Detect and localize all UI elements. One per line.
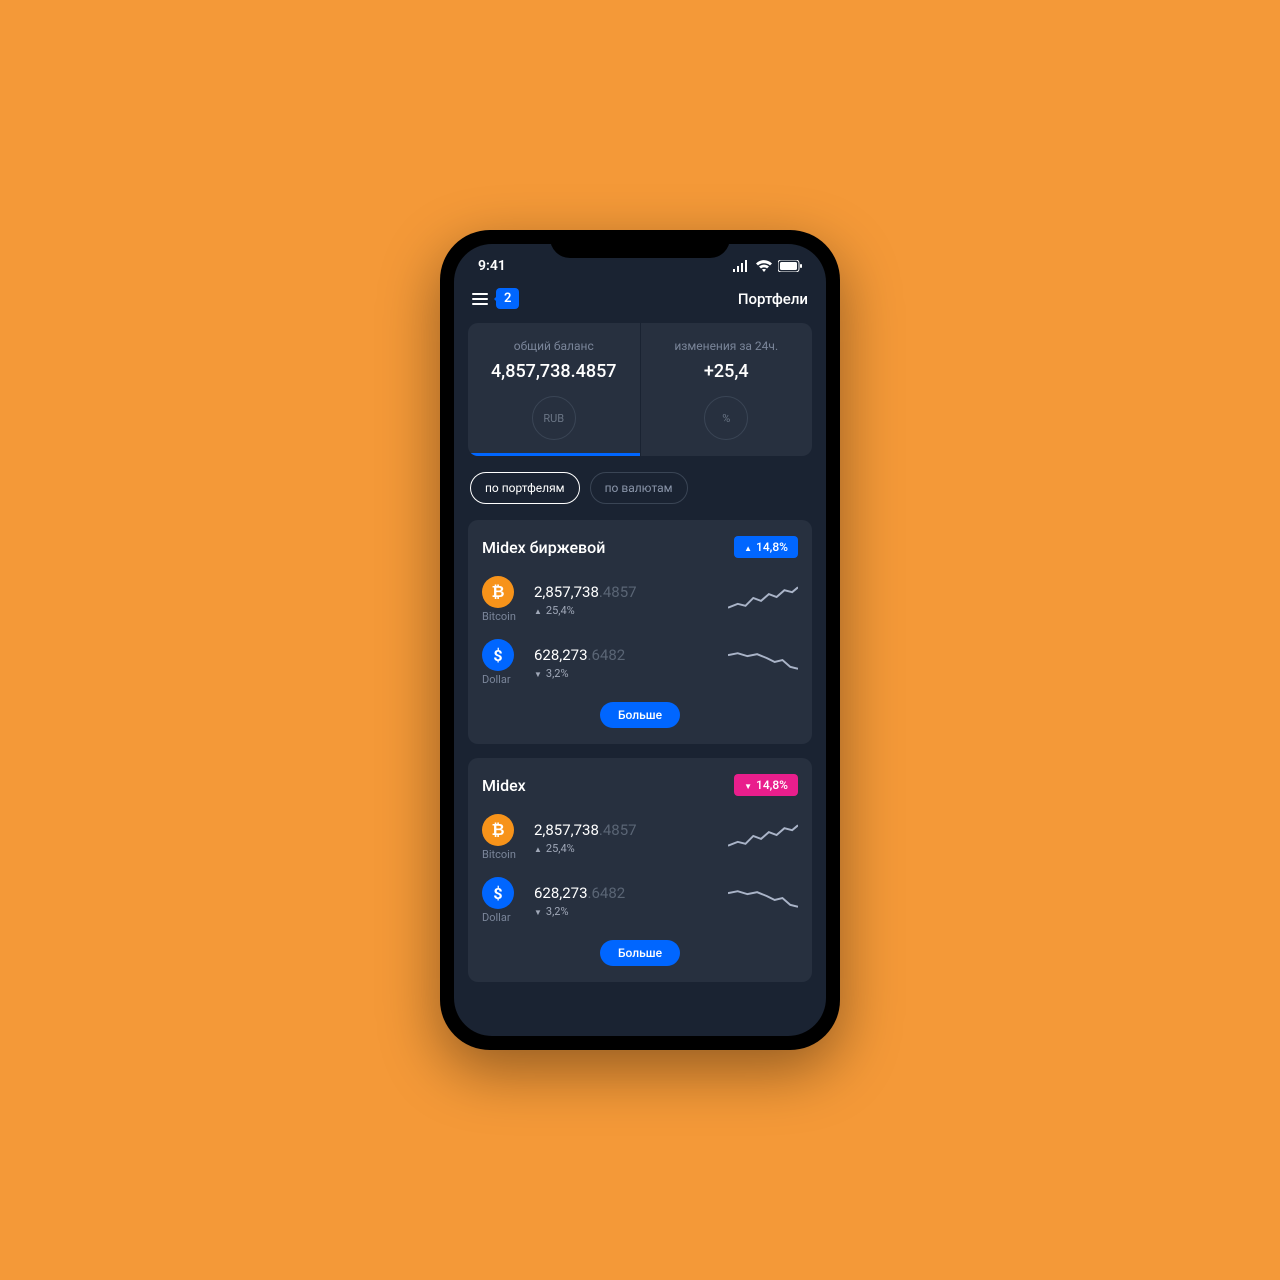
- asset-row[interactable]: ₿ Bitcoin 2,857,738.4857 25,4%: [482, 576, 798, 623]
- asset-change: 3,2%: [534, 667, 716, 680]
- currency-rub-button[interactable]: RUB: [532, 396, 576, 440]
- unit-percent-button[interactable]: %: [704, 396, 748, 440]
- balance-total[interactable]: общий баланс 4,857,738.4857 RUB: [468, 323, 641, 456]
- arrow-up-icon: [534, 842, 542, 855]
- btc-icon: ₿: [482, 576, 514, 608]
- asset-name: Dollar: [482, 673, 522, 686]
- balance-change-value: +25,4: [704, 361, 749, 382]
- page-title: Портфели: [738, 290, 808, 308]
- portfolio-card[interactable]: Midex биржевой 14,8% ₿ Bitcoin 2,857,738…: [468, 520, 812, 744]
- more-button[interactable]: Больше: [600, 940, 680, 966]
- portfolio-name: Midex: [482, 776, 526, 795]
- asset-change: 25,4%: [534, 842, 716, 855]
- app-header: 2 Портфели: [454, 280, 826, 323]
- asset-value: 2,857,738.4857: [534, 583, 716, 601]
- screen: 9:41 2 Портфели общий баланс 4,857,738.4…: [454, 244, 826, 1036]
- status-time: 9:41: [478, 258, 506, 274]
- asset-value: 628,273.6482: [534, 646, 716, 664]
- asset-row[interactable]: ₿ Bitcoin 2,857,738.4857 25,4%: [482, 814, 798, 861]
- filter-by-portfolios[interactable]: по портфелям: [470, 472, 580, 504]
- portfolio-name: Midex биржевой: [482, 538, 605, 557]
- content-scroll[interactable]: общий баланс 4,857,738.4857 RUB изменени…: [454, 323, 826, 1025]
- balance-total-label: общий баланс: [514, 339, 594, 353]
- battery-icon: [778, 260, 802, 272]
- sparkline-icon: [728, 583, 798, 617]
- arrow-up-icon: [744, 540, 752, 554]
- portfolio-card[interactable]: Midex 14,8% ₿ Bitcoin 2,857,738.4857 25,…: [468, 758, 812, 982]
- asset-value: 628,273.6482: [534, 884, 716, 902]
- asset-name: Bitcoin: [482, 848, 522, 861]
- notch: [550, 230, 730, 258]
- arrow-down-icon: [534, 905, 542, 918]
- phone-frame: 9:41 2 Портфели общий баланс 4,857,738.4…: [440, 230, 840, 1050]
- asset-row[interactable]: $ Dollar 628,273.6482 3,2%: [482, 639, 798, 686]
- more-button[interactable]: Больше: [600, 702, 680, 728]
- arrow-down-icon: [744, 778, 752, 792]
- filter-by-currencies[interactable]: по валютам: [590, 472, 688, 504]
- notification-badge[interactable]: 2: [496, 288, 519, 309]
- asset-value: 2,857,738.4857: [534, 821, 716, 839]
- balance-total-value: 4,857,738.4857: [491, 361, 617, 382]
- asset-row[interactable]: $ Dollar 628,273.6482 3,2%: [482, 877, 798, 924]
- sparkline-icon: [728, 646, 798, 680]
- portfolio-change-badge: 14,8%: [734, 774, 798, 796]
- balance-change-label: изменения за 24ч.: [674, 339, 778, 353]
- signal-icon: [732, 260, 750, 272]
- asset-change: 3,2%: [534, 905, 716, 918]
- menu-icon[interactable]: [472, 293, 488, 305]
- wifi-icon: [756, 260, 772, 272]
- balance-card: общий баланс 4,857,738.4857 RUB изменени…: [468, 323, 812, 456]
- usd-icon: $: [482, 639, 514, 671]
- sparkline-icon: [728, 821, 798, 855]
- arrow-down-icon: [534, 667, 542, 680]
- arrow-up-icon: [534, 604, 542, 617]
- filter-pills: по портфелям по валютам: [468, 472, 812, 504]
- portfolio-change-badge: 14,8%: [734, 536, 798, 558]
- sparkline-icon: [728, 884, 798, 918]
- btc-icon: ₿: [482, 814, 514, 846]
- usd-icon: $: [482, 877, 514, 909]
- status-icons: [732, 260, 802, 272]
- asset-name: Dollar: [482, 911, 522, 924]
- balance-change[interactable]: изменения за 24ч. +25,4 %: [641, 323, 813, 456]
- portfolios-list: Midex биржевой 14,8% ₿ Bitcoin 2,857,738…: [468, 520, 812, 982]
- asset-name: Bitcoin: [482, 610, 522, 623]
- asset-change: 25,4%: [534, 604, 716, 617]
